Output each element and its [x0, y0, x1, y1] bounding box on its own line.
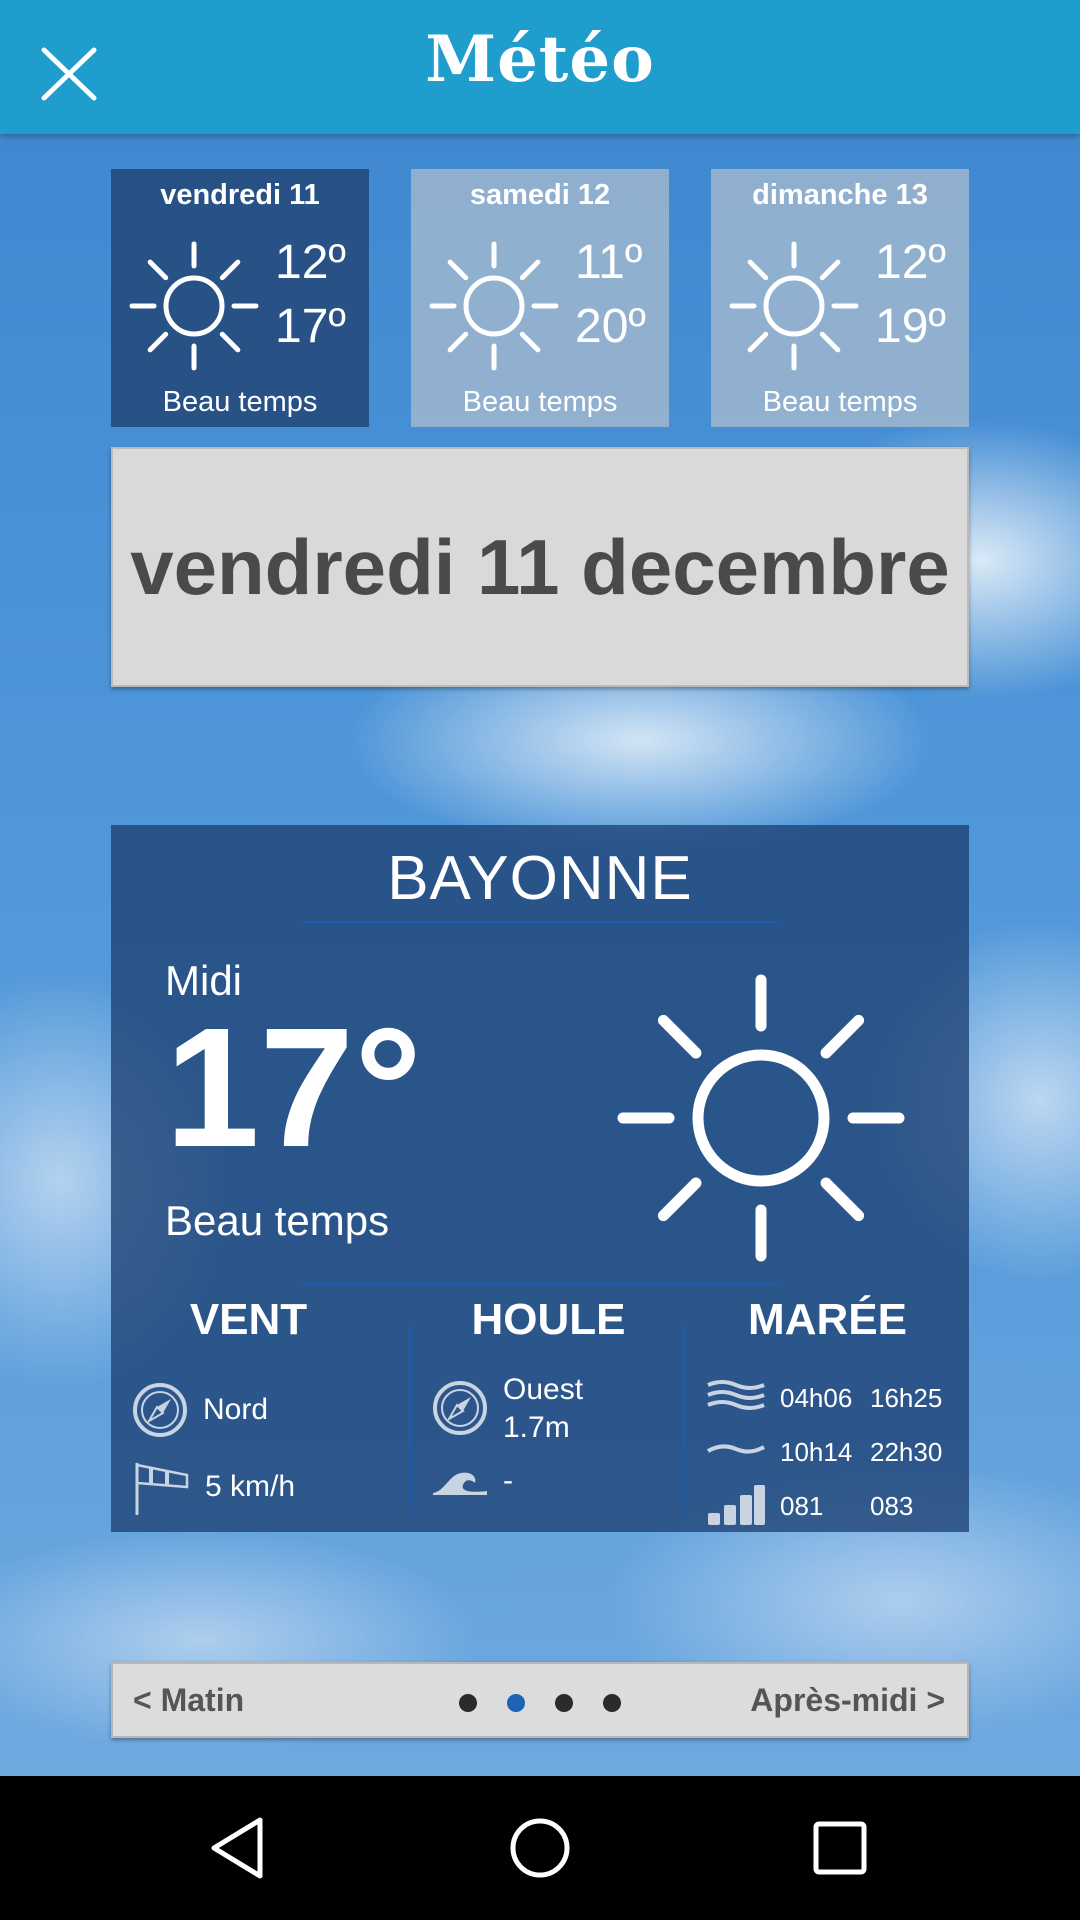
low-tide-icon: [707, 1444, 765, 1454]
back-icon: [211, 1817, 263, 1879]
page-dot-2[interactable]: [507, 1694, 525, 1712]
day-name: vendredi 11: [160, 179, 320, 211]
page-dot-4[interactable]: [603, 1694, 621, 1712]
date-banner: vendredi 11 decembre: [111, 447, 969, 687]
app-title: Météo: [425, 22, 655, 97]
day-condition: Beau temps: [162, 386, 318, 418]
day-min-temp: 11º: [575, 236, 643, 289]
day-card-vendredi[interactable]: vendredi 11 12º 17º Beau temps: [111, 169, 369, 427]
wind-speed: 5 km/h: [205, 1470, 296, 1503]
next-period-button[interactable]: Après-midi >: [750, 1682, 945, 1719]
divider: [300, 1283, 780, 1285]
swell-direction-row: Ouest 1.7m: [431, 1371, 583, 1447]
day-min-temp: 12º: [875, 236, 946, 289]
day-max-temp: 19º: [875, 300, 946, 353]
swell-direction: Ouest: [503, 1373, 584, 1406]
back-button[interactable]: [200, 1808, 280, 1888]
wind-section: VENT Nord 5 km/h: [111, 1295, 386, 1532]
weather-screen: Météo vendredi 11 12º 17º Beau temps sam…: [0, 0, 1080, 1776]
day-condition: Beau temps: [462, 386, 618, 418]
day-card-samedi[interactable]: samedi 12 11º 20º Beau temps: [411, 169, 669, 427]
low-tide-2: 22h30: [870, 1437, 943, 1467]
tide-title: MARÉE: [748, 1295, 907, 1344]
day-name: dimanche 13: [752, 179, 928, 211]
coefficient-icon: [708, 1485, 765, 1525]
sun-icon: [429, 241, 559, 371]
swell-section: HOULE Ouest 1.7m -: [411, 1295, 686, 1532]
compass-icon: [433, 1381, 487, 1435]
period-pager: < Matin Après-midi >: [111, 1662, 969, 1738]
city-name: BAYONNE: [387, 844, 693, 913]
day-name: samedi 12: [469, 179, 611, 211]
wind-title: VENT: [189, 1295, 308, 1344]
swell-height: 1.7m: [503, 1411, 570, 1444]
wind-direction-row: Nord: [131, 1381, 268, 1439]
swell-extra-row: -: [431, 1461, 513, 1501]
sun-icon: [617, 974, 905, 1262]
day-max-temp: 20º: [575, 300, 646, 353]
wind-direction: Nord: [203, 1393, 269, 1426]
home-icon: [510, 1818, 570, 1878]
swell-info: Ouest 1.7m: [503, 1371, 583, 1447]
low-tide-1: 10h14: [780, 1437, 853, 1467]
page-dot-3[interactable]: [555, 1694, 573, 1712]
app-bar: Météo: [0, 0, 1080, 134]
page-dot-1[interactable]: [459, 1694, 477, 1712]
high-tide-icon: [707, 1380, 765, 1410]
swell-extra: -: [503, 1464, 513, 1497]
date-banner-text: vendredi 11 decembre: [130, 522, 950, 611]
day-condition: Beau temps: [762, 386, 918, 418]
system-navigation-bar: [0, 1776, 1080, 1920]
coefficient-2: 083: [870, 1491, 914, 1521]
sun-icon: [729, 241, 859, 371]
wind-speed-row: 5 km/h: [131, 1457, 295, 1517]
compass-icon: [133, 1383, 187, 1437]
sun-icon: [129, 241, 259, 371]
swell-title: HOULE: [471, 1295, 626, 1344]
windsock-icon: [135, 1463, 189, 1515]
current-condition: Beau temps: [165, 1197, 390, 1244]
high-tide-1: 04h06: [780, 1383, 853, 1413]
high-tide-2: 16h25: [870, 1383, 943, 1413]
previous-period-button[interactable]: < Matin: [133, 1682, 244, 1719]
recents-button[interactable]: [800, 1808, 880, 1888]
current-temperature: 17°: [165, 993, 423, 1183]
day-min-temp: 12º: [275, 236, 346, 289]
day-max-temp: 17º: [275, 300, 346, 353]
recents-icon: [813, 1821, 867, 1875]
home-button[interactable]: [500, 1808, 580, 1888]
day-card-dimanche[interactable]: dimanche 13 12º 19º Beau temps: [711, 169, 969, 427]
coefficient-1: 081: [780, 1491, 824, 1521]
forecast-card: BAYONNE Midi 17° Beau temps VENT Nord 5 …: [111, 825, 969, 1532]
wave-icon: [433, 1472, 487, 1495]
divider: [300, 921, 780, 923]
tide-section: MARÉE 04h06 16h25 10h14 22h30 081 083: [686, 1295, 969, 1532]
